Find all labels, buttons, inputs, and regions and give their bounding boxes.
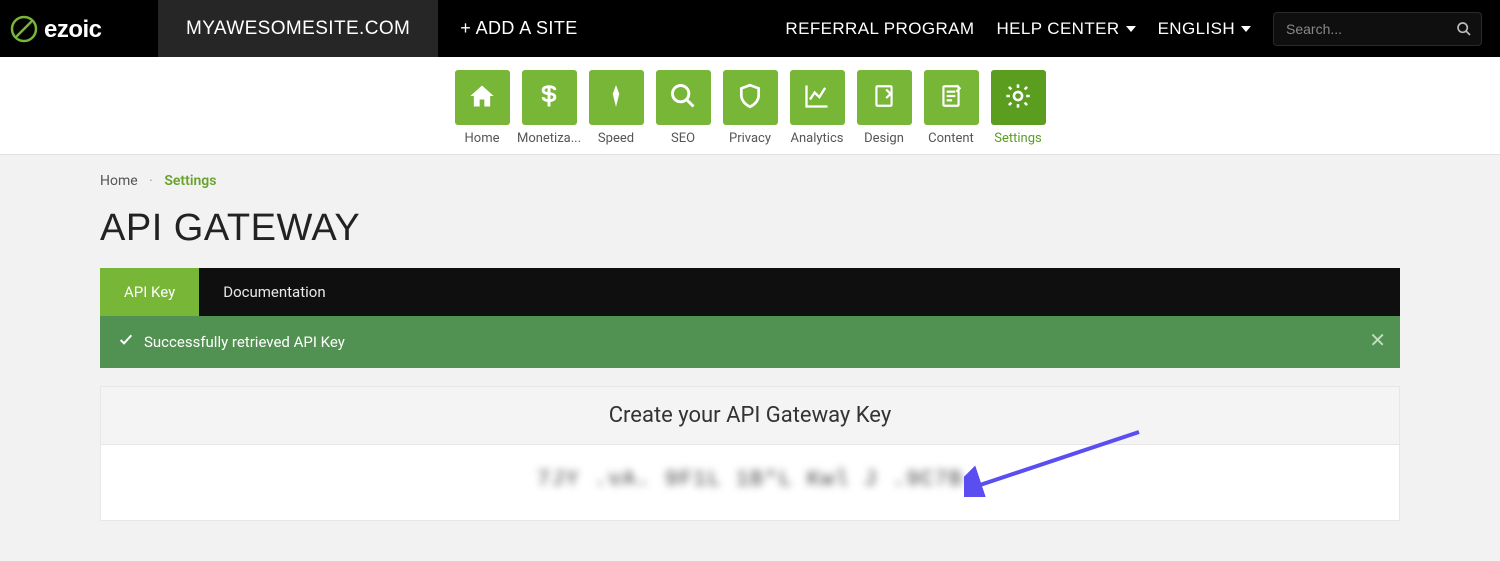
api-key-panel: Create your API Gateway Key 7JY .vA. 9F1… [100,386,1400,521]
annotation-arrow-icon [964,427,1144,501]
design-icon [871,82,897,114]
tab-documentation[interactable]: Documentation [199,268,349,316]
breadcrumb-home[interactable]: Home [100,173,138,189]
chevron-down-icon [1126,26,1136,32]
dollar-icon [535,82,563,114]
alert-text: Successfully retrieved API Key [144,333,345,351]
tab-label: Documentation [223,283,325,301]
nav-label: Privacy [718,131,783,146]
nav-label: Design [852,131,917,146]
rocket-icon [603,83,629,113]
nav-label: Home [450,131,515,146]
nav-label: Analytics [785,131,850,146]
breadcrumb-home-label: Home [100,173,138,189]
home-icon [468,82,496,114]
top-bar: ezoic MYAWESOMESITE.COM + ADD A SITE REF… [0,0,1500,57]
nav-settings[interactable]: Settings [991,70,1046,146]
svg-text:ezoic: ezoic [44,16,102,43]
current-site[interactable]: MYAWESOMESITE.COM [158,0,438,57]
gear-icon [1004,82,1032,114]
nav-seo[interactable]: SEO [656,70,711,146]
nav-analytics[interactable]: Analytics [790,70,845,146]
tabs-bar: API Key Documentation [100,268,1400,316]
referral-label: REFERRAL PROGRAM [785,19,974,39]
content-icon [938,82,964,114]
nav-speed[interactable]: Speed [589,70,644,146]
help-center-menu[interactable]: HELP CENTER [996,19,1135,39]
nav-design[interactable]: Design [857,70,912,146]
nav-home[interactable]: Home [455,70,510,146]
tab-label: API Key [124,283,175,301]
brand-logo[interactable]: ezoic [0,0,158,57]
chevron-down-icon [1241,26,1251,32]
breadcrumb-current: Settings [164,173,216,189]
magnify-icon [669,82,697,114]
breadcrumb-separator: · [149,173,153,189]
nav-label: Monetiza... [517,131,582,146]
language-label: ENGLISH [1158,19,1235,39]
breadcrumb: Home · Settings [100,173,1400,199]
success-alert: Successfully retrieved API Key ✕ [100,316,1400,368]
language-menu[interactable]: ENGLISH [1158,19,1251,39]
nav-label: Content [919,131,984,146]
nav-privacy[interactable]: Privacy [723,70,778,146]
search-container [1273,12,1482,46]
panel-title: Create your API Gateway Key [101,387,1399,445]
api-key-value: 7JY .vA. 9F1L 1B*L Kwl J .9C7B [537,467,963,492]
nav-monetization[interactable]: Monetiza... [522,70,577,146]
nav-label: SEO [651,131,716,146]
shield-icon [737,82,763,114]
add-site-button[interactable]: + ADD A SITE [438,0,599,57]
nav-label: Settings [986,131,1051,146]
main-nav: Home Monetiza... Speed SEO Privacy Analy… [0,57,1500,155]
search-input[interactable] [1273,12,1482,46]
panel-body: 7JY .vA. 9F1L 1B*L Kwl J .9C7B [101,445,1399,520]
add-site-label: + ADD A SITE [460,18,577,39]
top-right-nav: REFERRAL PROGRAM HELP CENTER ENGLISH [785,0,1500,57]
page-title: API GATEWAY [100,207,1400,250]
current-site-label: MYAWESOMESITE.COM [186,18,410,40]
chart-icon [803,82,831,114]
close-icon[interactable]: ✕ [1369,328,1386,352]
help-label: HELP CENTER [996,19,1119,39]
page-content: Home · Settings API GATEWAY API Key Docu… [100,155,1400,561]
nav-label: Speed [584,131,649,146]
search-icon[interactable] [1456,21,1472,41]
tab-api-key[interactable]: API Key [100,268,199,316]
check-icon [118,332,134,352]
referral-link[interactable]: REFERRAL PROGRAM [785,19,974,39]
nav-content[interactable]: Content [924,70,979,146]
